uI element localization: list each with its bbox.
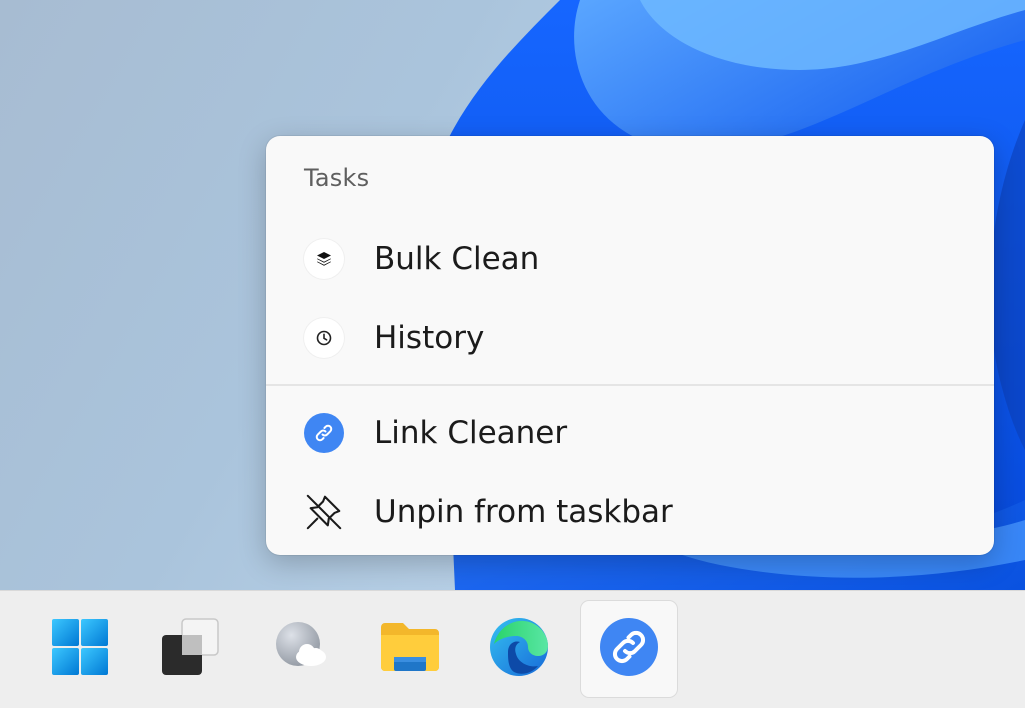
app-label: Link Cleaner (374, 415, 568, 451)
link-app-icon (599, 617, 659, 681)
link-cleaner-taskbar-button[interactable] (581, 601, 677, 697)
layers-icon (304, 239, 344, 279)
task-history[interactable]: History (266, 303, 994, 373)
task-label: Bulk Clean (374, 241, 540, 277)
edge-button[interactable] (471, 601, 567, 697)
file-explorer-button[interactable] (362, 601, 458, 697)
jump-list-menu: Tasks Bulk Clean History Link Cleaner Un… (266, 136, 994, 555)
open-link-cleaner[interactable]: Link Cleaner (266, 398, 994, 468)
widgets-button[interactable] (253, 601, 349, 697)
unpin-from-taskbar[interactable]: Unpin from taskbar (266, 477, 994, 547)
unpin-icon (304, 492, 344, 532)
jump-list-header: Tasks (304, 164, 370, 192)
task-label: History (374, 320, 485, 356)
taskbar (0, 590, 1025, 708)
start-button[interactable] (32, 601, 128, 697)
task-view-button[interactable] (142, 601, 238, 697)
task-bulk-clean[interactable]: Bulk Clean (266, 224, 994, 294)
edge-icon (488, 616, 550, 682)
clock-icon (304, 318, 344, 358)
windows-start-icon (50, 617, 110, 681)
task-view-icon (158, 617, 222, 681)
unpin-label: Unpin from taskbar (374, 494, 673, 530)
widgets-weather-icon (271, 617, 331, 681)
link-app-icon (304, 413, 344, 453)
folder-icon (378, 619, 442, 679)
jump-list-divider (266, 384, 994, 386)
